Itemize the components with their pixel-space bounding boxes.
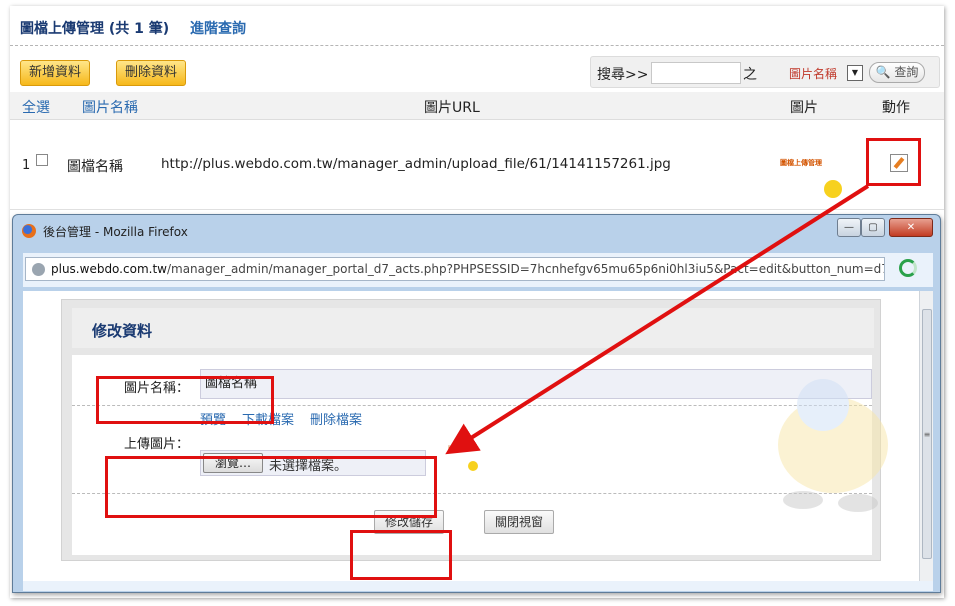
arrow-line <box>445 184 870 455</box>
annotation-arrow <box>445 184 870 455</box>
